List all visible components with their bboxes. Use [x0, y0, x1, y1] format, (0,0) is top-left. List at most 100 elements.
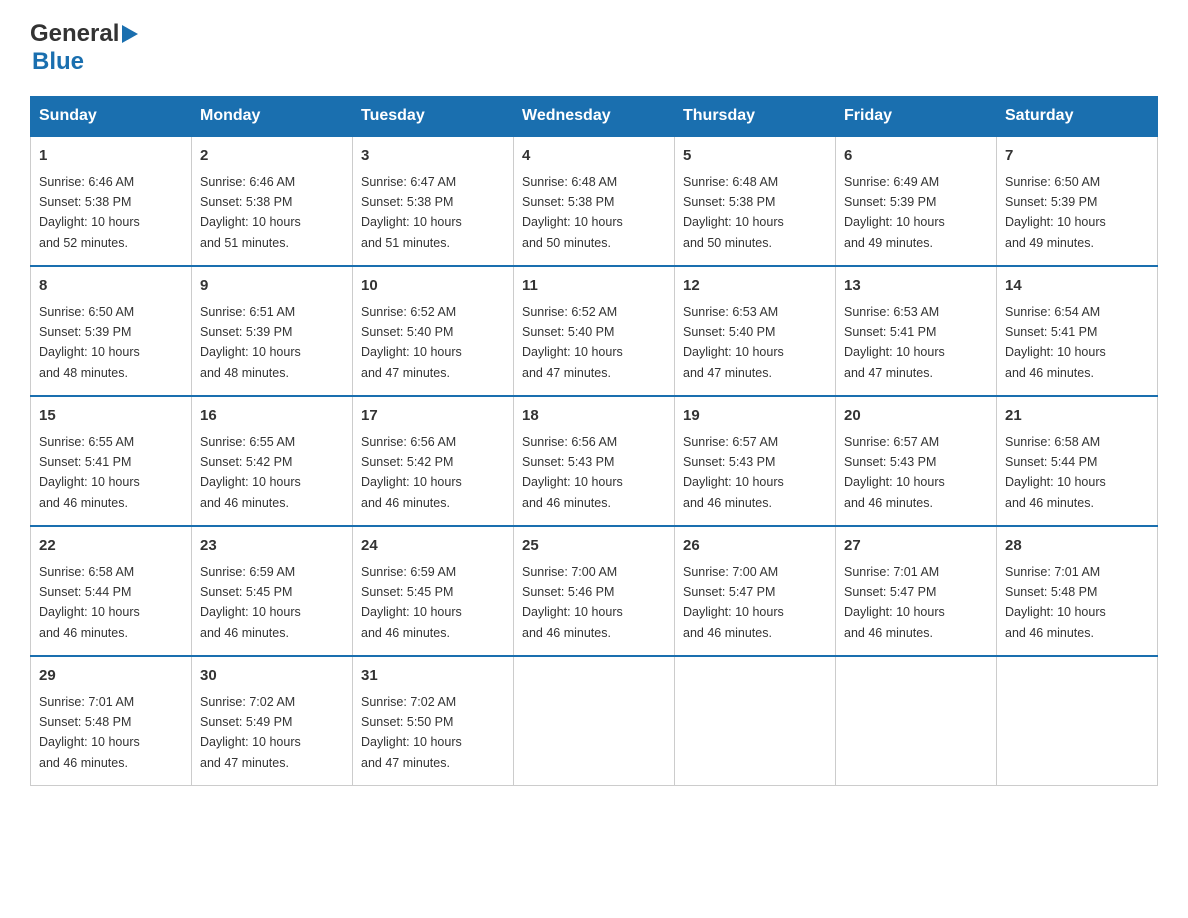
day-info: Sunrise: 7:01 AMSunset: 5:47 PMDaylight:…	[844, 565, 945, 640]
calendar-cell: 30 Sunrise: 7:02 AMSunset: 5:49 PMDayligh…	[192, 656, 353, 786]
logo-general-text: General	[30, 20, 119, 48]
calendar-cell: 15 Sunrise: 6:55 AMSunset: 5:41 PMDayligh…	[31, 396, 192, 526]
day-number: 20	[844, 405, 988, 428]
day-info: Sunrise: 6:59 AMSunset: 5:45 PMDaylight:…	[200, 565, 301, 640]
calendar-cell	[675, 656, 836, 786]
day-info: Sunrise: 6:57 AMSunset: 5:43 PMDaylight:…	[683, 435, 784, 510]
day-number: 16	[200, 405, 344, 428]
day-number: 30	[200, 665, 344, 688]
day-number: 14	[1005, 275, 1149, 298]
calendar-cell: 24 Sunrise: 6:59 AMSunset: 5:45 PMDayligh…	[353, 526, 514, 656]
calendar-cell: 6 Sunrise: 6:49 AMSunset: 5:39 PMDaylight…	[836, 136, 997, 266]
day-info: Sunrise: 6:47 AMSunset: 5:38 PMDaylight:…	[361, 175, 462, 250]
calendar-cell	[514, 656, 675, 786]
weekday-header-thursday: Thursday	[675, 97, 836, 137]
day-number: 11	[522, 275, 666, 298]
day-info: Sunrise: 7:01 AMSunset: 5:48 PMDaylight:…	[39, 695, 140, 770]
day-info: Sunrise: 7:00 AMSunset: 5:46 PMDaylight:…	[522, 565, 623, 640]
calendar-cell: 9Sunrise: 6:51 AMSunset: 5:39 PMDaylight…	[192, 266, 353, 396]
day-number: 5	[683, 145, 827, 168]
day-number: 27	[844, 535, 988, 558]
logo-blue-text: Blue	[32, 48, 84, 76]
day-info: Sunrise: 6:55 AMSunset: 5:41 PMDaylight:…	[39, 435, 140, 510]
calendar-cell: 2 Sunrise: 6:46 AMSunset: 5:38 PMDaylight…	[192, 136, 353, 266]
day-number: 21	[1005, 405, 1149, 428]
calendar-cell: 28 Sunrise: 7:01 AMSunset: 5:48 PMDayligh…	[997, 526, 1158, 656]
calendar-cell	[836, 656, 997, 786]
day-info: Sunrise: 6:57 AMSunset: 5:43 PMDaylight:…	[844, 435, 945, 510]
calendar-cell: 21 Sunrise: 6:58 AMSunset: 5:44 PMDayligh…	[997, 396, 1158, 526]
calendar-week-row: 29 Sunrise: 7:01 AMSunset: 5:48 PMDayligh…	[31, 656, 1158, 786]
day-number: 9	[200, 275, 344, 298]
calendar-cell: 18 Sunrise: 6:56 AMSunset: 5:43 PMDayligh…	[514, 396, 675, 526]
day-info: Sunrise: 6:56 AMSunset: 5:43 PMDaylight:…	[522, 435, 623, 510]
day-number: 28	[1005, 535, 1149, 558]
day-number: 4	[522, 145, 666, 168]
weekday-header-tuesday: Tuesday	[353, 97, 514, 137]
calendar-week-row: 1 Sunrise: 6:46 AMSunset: 5:38 PMDaylight…	[31, 136, 1158, 266]
calendar-cell: 10Sunrise: 6:52 AMSunset: 5:40 PMDayligh…	[353, 266, 514, 396]
calendar-table: SundayMondayTuesdayWednesdayThursdayFrid…	[30, 96, 1158, 786]
day-number: 8	[39, 275, 183, 298]
day-info: Sunrise: 6:55 AMSunset: 5:42 PMDaylight:…	[200, 435, 301, 510]
calendar-cell: 25 Sunrise: 7:00 AMSunset: 5:46 PMDayligh…	[514, 526, 675, 656]
calendar-cell: 26Sunrise: 7:00 AMSunset: 5:47 PMDayligh…	[675, 526, 836, 656]
calendar-cell: 1Sunrise: 6:46 AMSunset: 5:38 PMDaylight…	[31, 136, 192, 266]
calendar-week-row: 15 Sunrise: 6:55 AMSunset: 5:41 PMDayligh…	[31, 396, 1158, 526]
calendar-cell: 13Sunrise: 6:53 AMSunset: 5:41 PMDayligh…	[836, 266, 997, 396]
day-number: 2	[200, 145, 344, 168]
day-info: Sunrise: 6:53 AMSunset: 5:40 PMDaylight:…	[683, 305, 784, 380]
day-number: 19	[683, 405, 827, 428]
weekday-header-sunday: Sunday	[31, 97, 192, 137]
day-number: 7	[1005, 145, 1149, 168]
day-number: 6	[844, 145, 988, 168]
day-info: Sunrise: 6:59 AMSunset: 5:45 PMDaylight:…	[361, 565, 462, 640]
page-header: General Blue	[30, 20, 1158, 76]
weekday-header-friday: Friday	[836, 97, 997, 137]
calendar-cell: 27 Sunrise: 7:01 AMSunset: 5:47 PMDayligh…	[836, 526, 997, 656]
day-info: Sunrise: 6:46 AMSunset: 5:38 PMDaylight:…	[200, 175, 301, 250]
day-info: Sunrise: 6:50 AMSunset: 5:39 PMDaylight:…	[1005, 175, 1106, 250]
logo-arrow-icon	[122, 25, 138, 43]
calendar-cell: 20 Sunrise: 6:57 AMSunset: 5:43 PMDayligh…	[836, 396, 997, 526]
day-info: Sunrise: 6:48 AMSunset: 5:38 PMDaylight:…	[522, 175, 623, 250]
calendar-cell: 5 Sunrise: 6:48 AMSunset: 5:38 PMDaylight…	[675, 136, 836, 266]
calendar-cell: 14Sunrise: 6:54 AMSunset: 5:41 PMDayligh…	[997, 266, 1158, 396]
calendar-cell: 17 Sunrise: 6:56 AMSunset: 5:42 PMDayligh…	[353, 396, 514, 526]
calendar-cell: 7 Sunrise: 6:50 AMSunset: 5:39 PMDaylight…	[997, 136, 1158, 266]
day-info: Sunrise: 7:02 AMSunset: 5:49 PMDaylight:…	[200, 695, 301, 770]
day-info: Sunrise: 7:00 AMSunset: 5:47 PMDaylight:…	[683, 565, 784, 640]
day-number: 25	[522, 535, 666, 558]
day-info: Sunrise: 6:53 AMSunset: 5:41 PMDaylight:…	[844, 305, 945, 380]
day-number: 17	[361, 405, 505, 428]
day-number: 3	[361, 145, 505, 168]
calendar-cell: 3 Sunrise: 6:47 AMSunset: 5:38 PMDaylight…	[353, 136, 514, 266]
logo: General Blue	[30, 20, 138, 76]
day-info: Sunrise: 6:58 AMSunset: 5:44 PMDaylight:…	[39, 565, 140, 640]
day-info: Sunrise: 6:49 AMSunset: 5:39 PMDaylight:…	[844, 175, 945, 250]
calendar-cell: 11 Sunrise: 6:52 AMSunset: 5:40 PMDayligh…	[514, 266, 675, 396]
day-info: Sunrise: 7:01 AMSunset: 5:48 PMDaylight:…	[1005, 565, 1106, 640]
day-info: Sunrise: 6:52 AMSunset: 5:40 PMDaylight:…	[361, 305, 462, 380]
day-info: Sunrise: 6:50 AMSunset: 5:39 PMDaylight:…	[39, 305, 140, 380]
calendar-cell	[997, 656, 1158, 786]
calendar-cell: 22Sunrise: 6:58 AMSunset: 5:44 PMDayligh…	[31, 526, 192, 656]
day-number: 31	[361, 665, 505, 688]
day-number: 24	[361, 535, 505, 558]
day-info: Sunrise: 6:52 AMSunset: 5:40 PMDaylight:…	[522, 305, 623, 380]
calendar-week-row: 22Sunrise: 6:58 AMSunset: 5:44 PMDayligh…	[31, 526, 1158, 656]
day-number: 18	[522, 405, 666, 428]
calendar-cell: 12Sunrise: 6:53 AMSunset: 5:40 PMDayligh…	[675, 266, 836, 396]
weekday-header-monday: Monday	[192, 97, 353, 137]
day-number: 29	[39, 665, 183, 688]
weekday-header-saturday: Saturday	[997, 97, 1158, 137]
day-info: Sunrise: 7:02 AMSunset: 5:50 PMDaylight:…	[361, 695, 462, 770]
day-number: 15	[39, 405, 183, 428]
day-info: Sunrise: 6:48 AMSunset: 5:38 PMDaylight:…	[683, 175, 784, 250]
day-number: 1	[39, 145, 183, 168]
calendar-week-row: 8 Sunrise: 6:50 AMSunset: 5:39 PMDaylight…	[31, 266, 1158, 396]
calendar-cell: 23 Sunrise: 6:59 AMSunset: 5:45 PMDayligh…	[192, 526, 353, 656]
day-info: Sunrise: 6:56 AMSunset: 5:42 PMDaylight:…	[361, 435, 462, 510]
day-number: 23	[200, 535, 344, 558]
day-info: Sunrise: 6:58 AMSunset: 5:44 PMDaylight:…	[1005, 435, 1106, 510]
